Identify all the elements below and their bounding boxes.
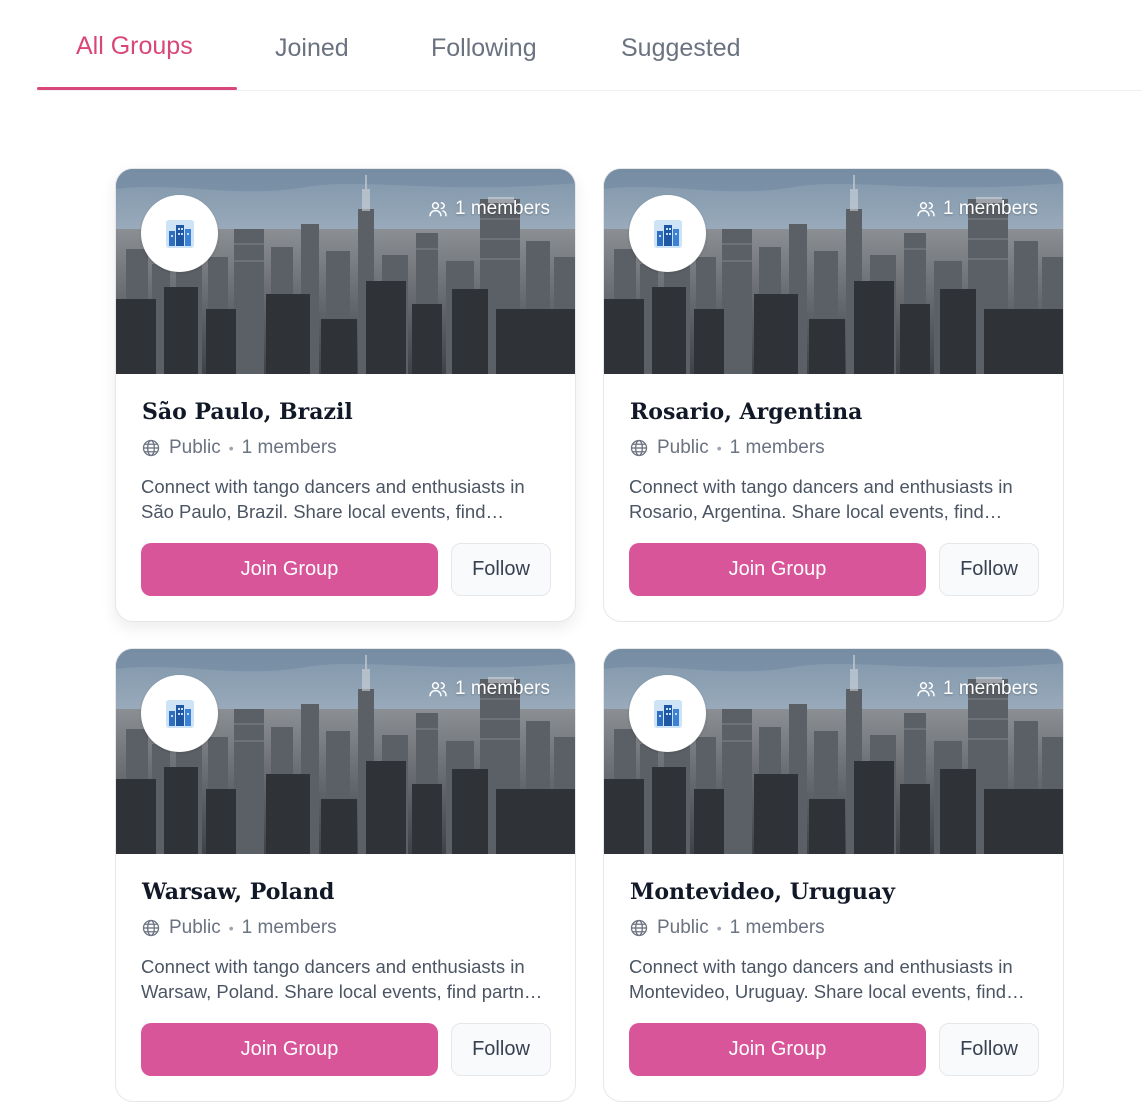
group-cover-image: 1 members [116,169,575,374]
meta-separator: • [716,440,722,456]
join-group-button[interactable]: Join Group [629,1023,926,1076]
group-avatar [141,675,218,752]
group-title[interactable]: Montevideo, Uruguay [630,879,895,905]
tab-following[interactable]: Following [431,34,537,63]
group-card[interactable]: 1 members Montevideo, Uruguay Public • 1… [603,648,1064,1102]
city-buildings-icon [653,219,682,248]
group-meta: Public • 1 members [141,917,337,939]
group-meta: Public • 1 members [629,917,825,939]
members-badge: 1 members [916,677,1038,701]
follow-button[interactable]: Follow [451,1023,551,1076]
group-cover-image: 1 members [604,169,1063,374]
meta-separator: • [228,440,234,456]
tab-suggested[interactable]: Suggested [621,34,741,63]
members-badge: 1 members [428,677,550,701]
globe-icon [142,439,160,457]
group-members-count: 1 members [241,437,337,458]
group-avatar [629,195,706,272]
group-card[interactable]: 1 members São Paulo, Brazil Public • 1 m… [115,168,576,622]
group-cover-image: 1 members [604,649,1063,854]
users-icon [429,202,447,217]
tab-joined[interactable]: Joined [275,34,349,63]
group-privacy: Public [169,437,221,458]
group-avatar [141,195,218,272]
meta-separator: • [716,920,722,936]
group-card[interactable]: 1 members Warsaw, Poland Public • 1 memb… [115,648,576,1102]
group-title[interactable]: São Paulo, Brazil [142,399,353,425]
follow-button[interactable]: Follow [451,543,551,596]
members-badge: 1 members [428,197,550,221]
members-badge-text: 1 members [454,198,550,219]
meta-separator: • [228,920,234,936]
group-title[interactable]: Rosario, Argentina [630,399,862,425]
group-description: Connect with tango dancers and enthusias… [629,476,1013,522]
group-meta: Public • 1 members [141,437,337,459]
join-group-button[interactable]: Join Group [629,543,926,596]
join-group-button[interactable]: Join Group [141,543,438,596]
group-cover-image: 1 members [116,649,575,854]
members-badge-text: 1 members [942,198,1038,219]
group-privacy: Public [657,917,709,938]
group-title[interactable]: Warsaw, Poland [142,879,334,905]
members-badge: 1 members [916,197,1038,221]
follow-button[interactable]: Follow [939,543,1039,596]
group-privacy: Public [657,437,709,458]
group-members-count: 1 members [729,437,825,458]
globe-icon [630,439,648,457]
city-buildings-icon [165,219,194,248]
members-badge-text: 1 members [942,678,1038,699]
globe-icon [142,919,160,937]
group-description: Connect with tango dancers and enthusias… [141,476,525,522]
city-buildings-icon [653,699,682,728]
group-members-count: 1 members [729,917,825,938]
group-tabs: All Groups Joined Following Suggested [37,0,1142,91]
group-privacy: Public [169,917,221,938]
city-buildings-icon [165,699,194,728]
globe-icon [630,919,648,937]
active-tab-indicator [37,87,237,90]
users-icon [917,682,935,697]
group-meta: Public • 1 members [629,437,825,459]
join-group-button[interactable]: Join Group [141,1023,438,1076]
members-badge-text: 1 members [454,678,550,699]
users-icon [429,682,447,697]
group-avatar [629,675,706,752]
follow-button[interactable]: Follow [939,1023,1039,1076]
users-icon [917,202,935,217]
group-members-count: 1 members [241,917,337,938]
tab-all-groups[interactable]: All Groups [76,32,193,61]
group-card[interactable]: 1 members Rosario, Argentina Public • 1 … [603,168,1064,622]
